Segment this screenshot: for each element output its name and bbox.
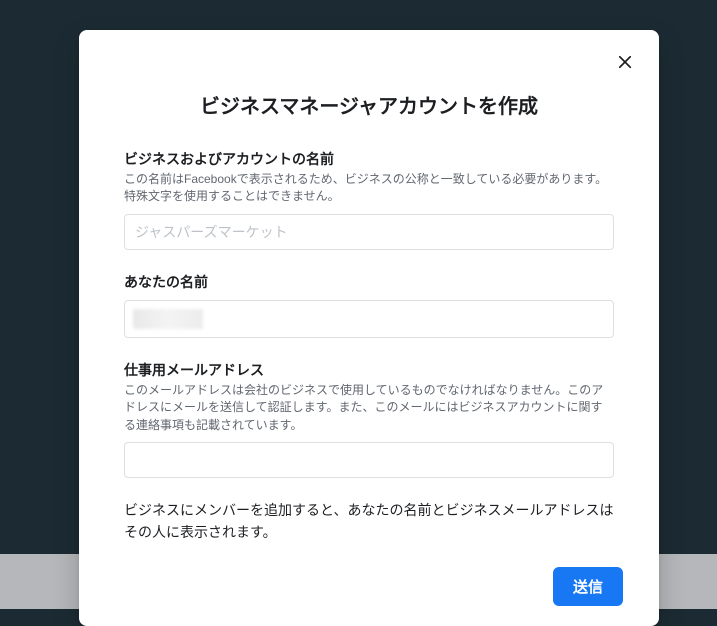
business-name-input[interactable]	[124, 214, 614, 250]
your-name-input[interactable]	[124, 300, 614, 338]
submit-button[interactable]: 送信	[553, 567, 623, 606]
work-email-description: このメールアドレスは会社のビジネスで使用しているものでなければなりません。このア…	[124, 382, 614, 434]
close-icon	[616, 53, 634, 71]
modal-footer: 送信	[109, 567, 629, 606]
work-email-field-group: 仕事用メールアドレス このメールアドレスは会社のビジネスで使用しているものでなけ…	[124, 360, 614, 478]
your-name-label: あなたの名前	[124, 272, 614, 292]
privacy-notice: ビジネスにメンバーを追加すると、あなたの名前とビジネスメールアドレスはその人に表…	[124, 500, 614, 543]
business-name-label: ビジネスおよびアカウントの名前	[124, 149, 614, 169]
form-container: ビジネスおよびアカウントの名前 この名前はFacebookで表示されるため、ビジ…	[109, 149, 629, 478]
work-email-label: 仕事用メールアドレス	[124, 360, 614, 380]
your-name-field-group: あなたの名前	[124, 272, 614, 338]
work-email-input[interactable]	[124, 442, 614, 478]
create-business-manager-modal: ビジネスマネージャアカウントを作成 ビジネスおよびアカウントの名前 この名前はF…	[79, 30, 659, 626]
modal-title: ビジネスマネージャアカウントを作成	[109, 90, 629, 119]
close-button[interactable]	[611, 48, 639, 76]
business-name-field-group: ビジネスおよびアカウントの名前 この名前はFacebookで表示されるため、ビジ…	[124, 149, 614, 250]
business-name-description: この名前はFacebookで表示されるため、ビジネスの公称と一致している必要があ…	[124, 171, 614, 206]
redacted-name-placeholder	[133, 309, 203, 329]
